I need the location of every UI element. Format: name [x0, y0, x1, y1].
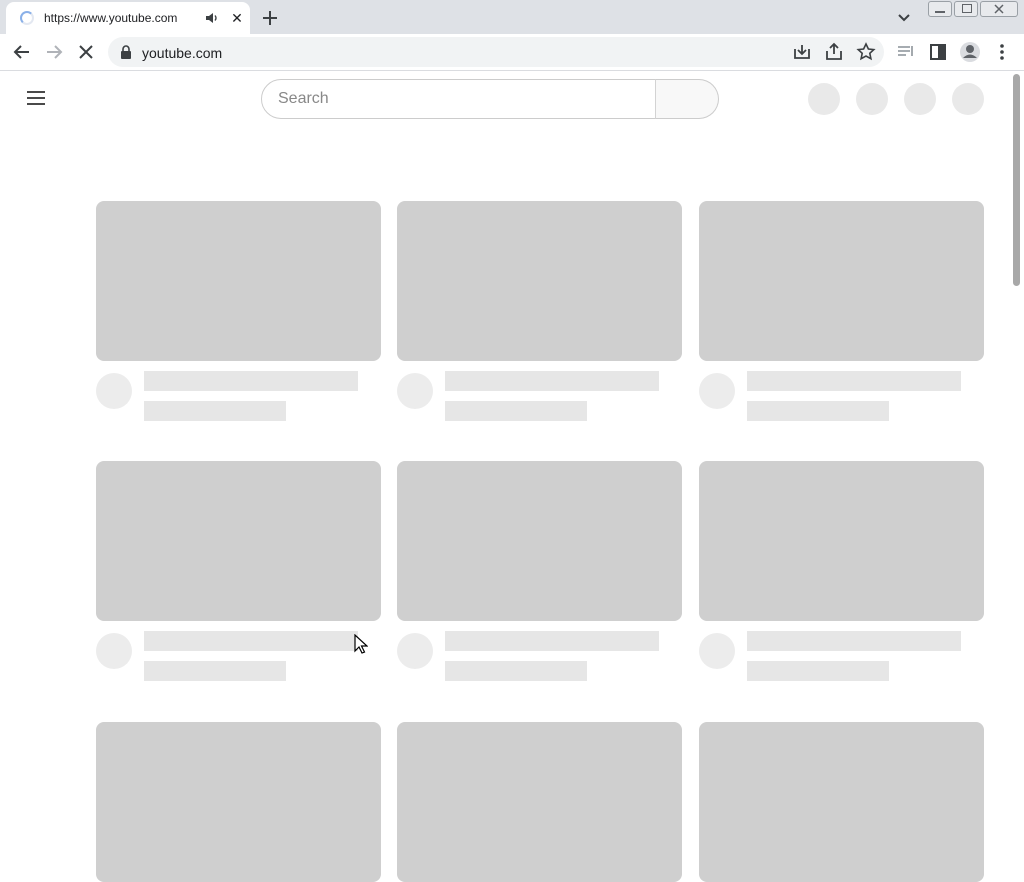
share-icon[interactable]: [822, 40, 846, 64]
channel-avatar-placeholder: [96, 633, 132, 669]
new-tab-icon[interactable]: [258, 6, 282, 30]
address-bar[interactable]: youtube.com: [108, 37, 884, 67]
header-button-placeholder[interactable]: [904, 83, 936, 115]
menu-icon[interactable]: [24, 86, 48, 110]
meta-text-placeholder: [747, 401, 889, 421]
thumbnail-placeholder[interactable]: [397, 461, 682, 621]
address-url: youtube.com: [142, 45, 223, 61]
title-text-placeholder: [445, 371, 659, 391]
thumbnail-placeholder[interactable]: [96, 722, 381, 882]
browser-toolbar: youtube.com: [0, 34, 1024, 71]
tab-strip: https://www.youtube.com ✕: [0, 0, 1024, 34]
title-text-placeholder: [747, 371, 961, 391]
more-menu-icon[interactable]: [990, 40, 1014, 64]
lock-icon[interactable]: [120, 45, 132, 59]
minimize-icon[interactable]: [928, 1, 952, 17]
title-text-placeholder: [445, 631, 659, 651]
stop-loading-icon[interactable]: [74, 40, 98, 64]
channel-avatar-placeholder: [397, 373, 433, 409]
thumbnail-placeholder[interactable]: [699, 461, 984, 621]
title-text-placeholder: [747, 631, 961, 651]
install-icon[interactable]: [790, 40, 814, 64]
close-icon[interactable]: ✕: [228, 9, 246, 27]
meta-text-placeholder: [144, 401, 286, 421]
thumbnail-placeholder[interactable]: [96, 201, 381, 361]
search-field[interactable]: [261, 79, 656, 119]
channel-avatar-placeholder: [397, 633, 433, 669]
thumbnail-placeholder[interactable]: [96, 461, 381, 621]
meta-text-placeholder: [747, 661, 889, 681]
thumbnail-placeholder[interactable]: [699, 722, 984, 882]
restore-icon[interactable]: [954, 1, 978, 17]
thumbnail-placeholder[interactable]: [699, 201, 984, 361]
back-icon[interactable]: [10, 40, 34, 64]
title-text-placeholder: [144, 631, 358, 651]
profile-icon[interactable]: [958, 40, 982, 64]
thumbnail-placeholder[interactable]: [397, 722, 682, 882]
bookmark-star-icon[interactable]: [854, 40, 878, 64]
search-button[interactable]: [655, 79, 719, 119]
loading-spinner-icon: [20, 11, 34, 25]
audio-playing-icon[interactable]: [204, 10, 220, 26]
channel-avatar-placeholder: [96, 373, 132, 409]
tab-search-icon[interactable]: [894, 8, 914, 26]
close-window-icon[interactable]: [980, 1, 1018, 17]
browser-tab[interactable]: https://www.youtube.com ✕: [6, 2, 250, 34]
header-button-placeholder[interactable]: [856, 83, 888, 115]
tab-title: https://www.youtube.com: [44, 11, 178, 25]
avatar-placeholder[interactable]: [952, 83, 984, 115]
thumbnail-placeholder[interactable]: [397, 201, 682, 361]
meta-text-placeholder: [144, 661, 286, 681]
scrollbar-thumb[interactable]: [1013, 74, 1020, 286]
forward-icon[interactable]: [42, 40, 66, 64]
media-icon[interactable]: [894, 40, 918, 64]
header-button-placeholder[interactable]: [808, 83, 840, 115]
search-input[interactable]: [278, 80, 638, 118]
side-panel-icon[interactable]: [926, 40, 950, 64]
meta-text-placeholder: [445, 401, 587, 421]
meta-text-placeholder: [445, 661, 587, 681]
channel-avatar-placeholder: [699, 373, 735, 409]
mouse-cursor-icon: [354, 634, 368, 654]
channel-avatar-placeholder: [699, 633, 735, 669]
title-text-placeholder: [144, 371, 358, 391]
